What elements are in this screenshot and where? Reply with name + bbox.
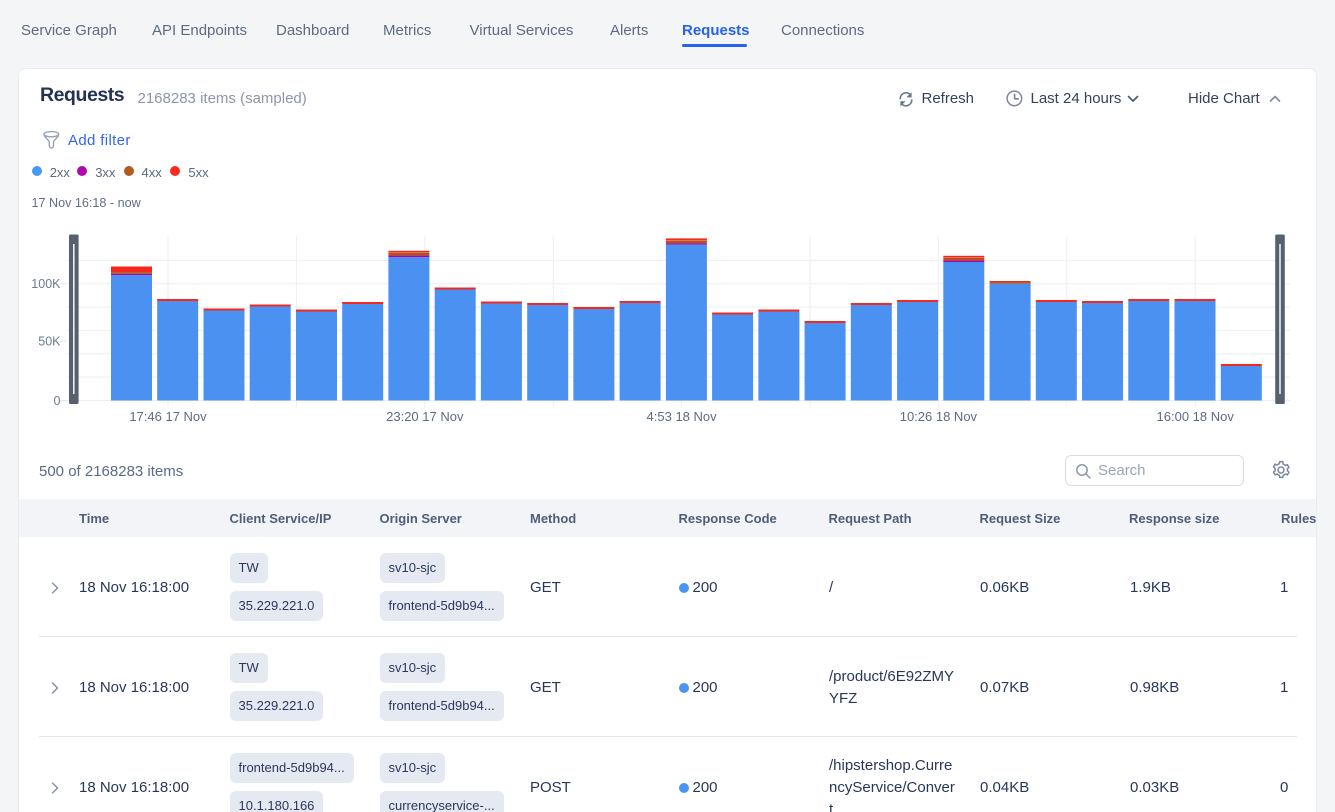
svg-text:4:53 18 Nov: 4:53 18 Nov: [647, 409, 718, 424]
svg-text:50K: 50K: [38, 335, 61, 349]
svg-text:23:20 17 Nov: 23:20 17 Nov: [386, 409, 464, 424]
svg-text:17:46 17 Nov: 17:46 17 Nov: [129, 409, 207, 424]
svg-text:10:26 18 Nov: 10:26 18 Nov: [900, 409, 978, 424]
svg-text:100K: 100K: [31, 277, 61, 291]
svg-text:0: 0: [54, 394, 61, 408]
svg-text:16:00 18 Nov: 16:00 18 Nov: [1157, 409, 1235, 424]
